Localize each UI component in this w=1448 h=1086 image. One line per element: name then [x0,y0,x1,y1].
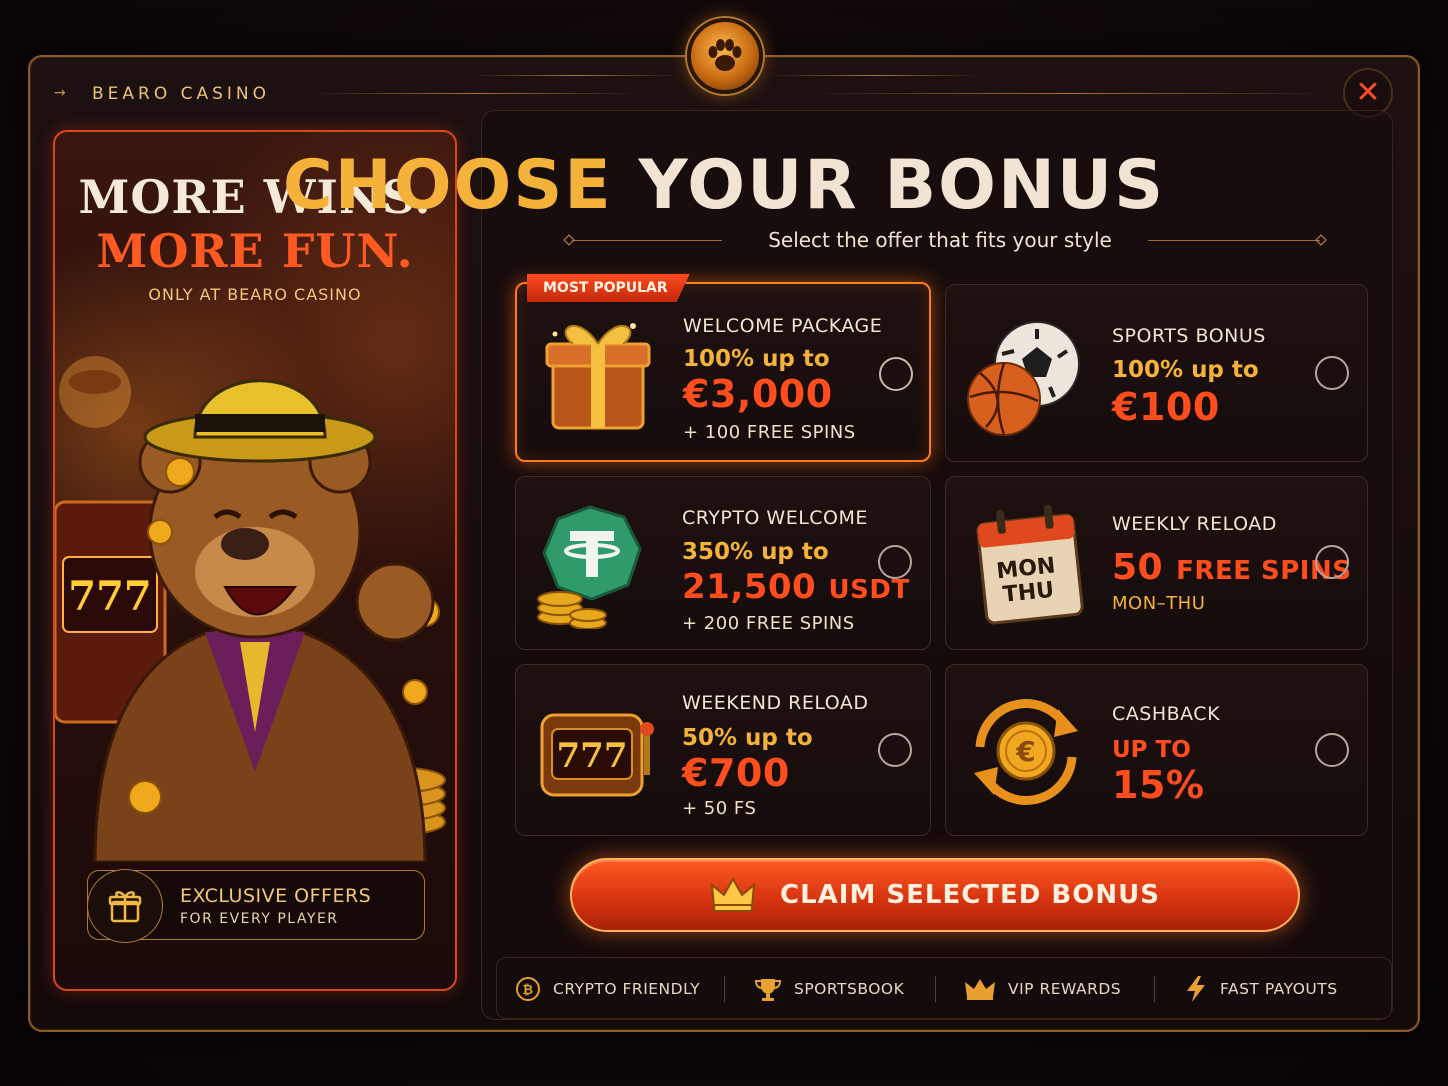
bonus-percent: 50% up to [682,725,813,751]
feature-separator [1154,976,1155,1002]
bonus-radio[interactable] [1315,356,1349,390]
bonus-amount-unit: USDT [828,575,910,605]
bonus-radio[interactable] [878,733,912,767]
calendar-icon: MON THU [976,504,1084,625]
bitcoin-icon: ₿ [515,976,541,1002]
bonus-label: WELCOME PACKAGE [683,315,883,337]
gift-icon [545,323,651,430]
subtitle-rule-right [1148,240,1320,241]
bonus-percent: 100% up to [683,346,830,372]
sports-balls-icon [967,321,1080,436]
bonus-card-cashback[interactable]: € CASHBACK UP TO 15% [945,664,1368,836]
bonus-radio[interactable] [878,545,912,579]
brand-name: BEARO CASINO [92,84,271,104]
bonus-amount: €700 [682,751,790,795]
bonus-amount: €100 [1112,385,1220,429]
crown-icon [710,877,756,912]
bear-mascot-illustration: 777 [55,356,446,862]
bonus-percent: 350% up to [682,539,829,565]
bonus-amount-value: 50 [1112,547,1164,588]
feature-label: SPORTSBOOK [794,980,905,998]
bonus-percent: 100% up to [1112,357,1259,383]
title-part-1: CHOOSE [282,146,613,225]
bonus-extra: MON–THU [1112,593,1206,614]
bonus-label: CRYPTO WELCOME [682,507,868,529]
top-divider-upper-left [470,75,680,76]
bonus-label: CASHBACK [1112,703,1221,725]
exclusive-offers-badge: EXCLUSIVE OFFERS FOR EVERY PLAYER [87,869,425,943]
brand-arrow-icon: → [54,85,66,101]
exclusive-subtitle: FOR EVERY PLAYER [180,911,339,927]
bonus-radio[interactable] [1315,733,1349,767]
bonus-card-weekend-reload[interactable]: 777 WEEKEND RELOAD 50% up to €700 + 50 F… [515,664,931,836]
subtitle-rule-left [572,240,722,241]
bonus-label: WEEKEND RELOAD [682,692,869,714]
bonus-card-weekly-reload[interactable]: MON THU WEEKLY RELOAD 50 FREE SPINS MON–… [945,476,1368,650]
title-part-2: YOUR BONUS [638,146,1166,225]
bonus-amount: 15% [1112,763,1205,807]
bonus-card-crypto-welcome[interactable]: CRYPTO WELCOME 350% up to 21,500 USDT + … [515,476,931,650]
bonus-percent: UP TO [1112,737,1191,763]
euro-cashback-icon: € [974,699,1078,805]
bonus-card-welcome-package[interactable]: MOST POPULAR WELCOME PACKAGE 100% up to … [515,274,931,462]
gift-icon [87,869,163,943]
svg-text:777: 777 [68,573,152,620]
top-divider-left [310,93,640,94]
trophy-icon [754,976,782,1002]
bonus-radio[interactable] [1315,545,1349,579]
feature-separator [724,976,725,1002]
features-bar: ₿ CRYPTO FRIENDLY SPORTSBOOK VIP REWARDS… [496,957,1392,1019]
most-popular-ribbon: MOST POPULAR [527,274,690,302]
svg-text:€: € [1015,735,1035,768]
paw-medallion-icon [687,18,763,94]
promo-panel: MORE WINS. MORE FUN. ONLY AT BEARO CASIN… [53,130,457,991]
svg-text:777: 777 [557,736,628,776]
claim-selected-bonus-button[interactable]: CLAIM SELECTED BONUS [570,858,1300,932]
bonus-card-sports[interactable]: SPORTS BONUS 100% up to €100 [945,284,1368,462]
page-subtitle: Select the offer that fits your style [768,228,1112,252]
feature-separator [935,976,936,1002]
bonus-label: WEEKLY RELOAD [1112,513,1277,535]
calendar-day-end: THU [1002,578,1056,608]
svg-text:₿: ₿ [522,983,533,998]
exclusive-title: EXCLUSIVE OFFERS [180,885,372,907]
bonus-amount: 21,500 USDT [682,567,910,607]
feature-label: CRYPTO FRIENDLY [553,980,701,998]
feature-label: VIP REWARDS [1008,980,1122,998]
claim-button-label: CLAIM SELECTED BONUS [780,880,1160,910]
slot-machine-icon: 777 [540,713,654,797]
bonus-extra: + 50 FS [682,798,757,819]
crown-icon [964,977,996,1001]
lightning-icon [1184,975,1208,1003]
bonus-extra: + 100 FREE SPINS [683,422,856,443]
page-title: CHOOSE YOUR BONUS [0,146,1448,225]
bonus-amount-value: 21,500 [682,567,817,607]
feature-label: FAST PAYOUTS [1220,980,1338,998]
bonus-radio[interactable] [879,357,913,391]
promo-headline-2: MORE FUN. [96,224,414,278]
tether-coin-icon [537,505,642,629]
bonus-extra: + 200 FREE SPINS [682,613,855,634]
bonus-amount: €3,000 [683,372,833,416]
feature-crypto-friendly: ₿ CRYPTO FRIENDLY [515,958,700,1020]
bonus-label: SPORTS BONUS [1112,325,1266,347]
top-divider-upper-right [770,75,980,76]
top-divider-right [810,93,1330,94]
feature-vip-rewards: VIP REWARDS [964,958,1121,1020]
close-icon: ✕ [1355,75,1381,110]
feature-fast-payouts: FAST PAYOUTS [1184,958,1338,1020]
feature-sportsbook: SPORTSBOOK [754,958,904,1020]
